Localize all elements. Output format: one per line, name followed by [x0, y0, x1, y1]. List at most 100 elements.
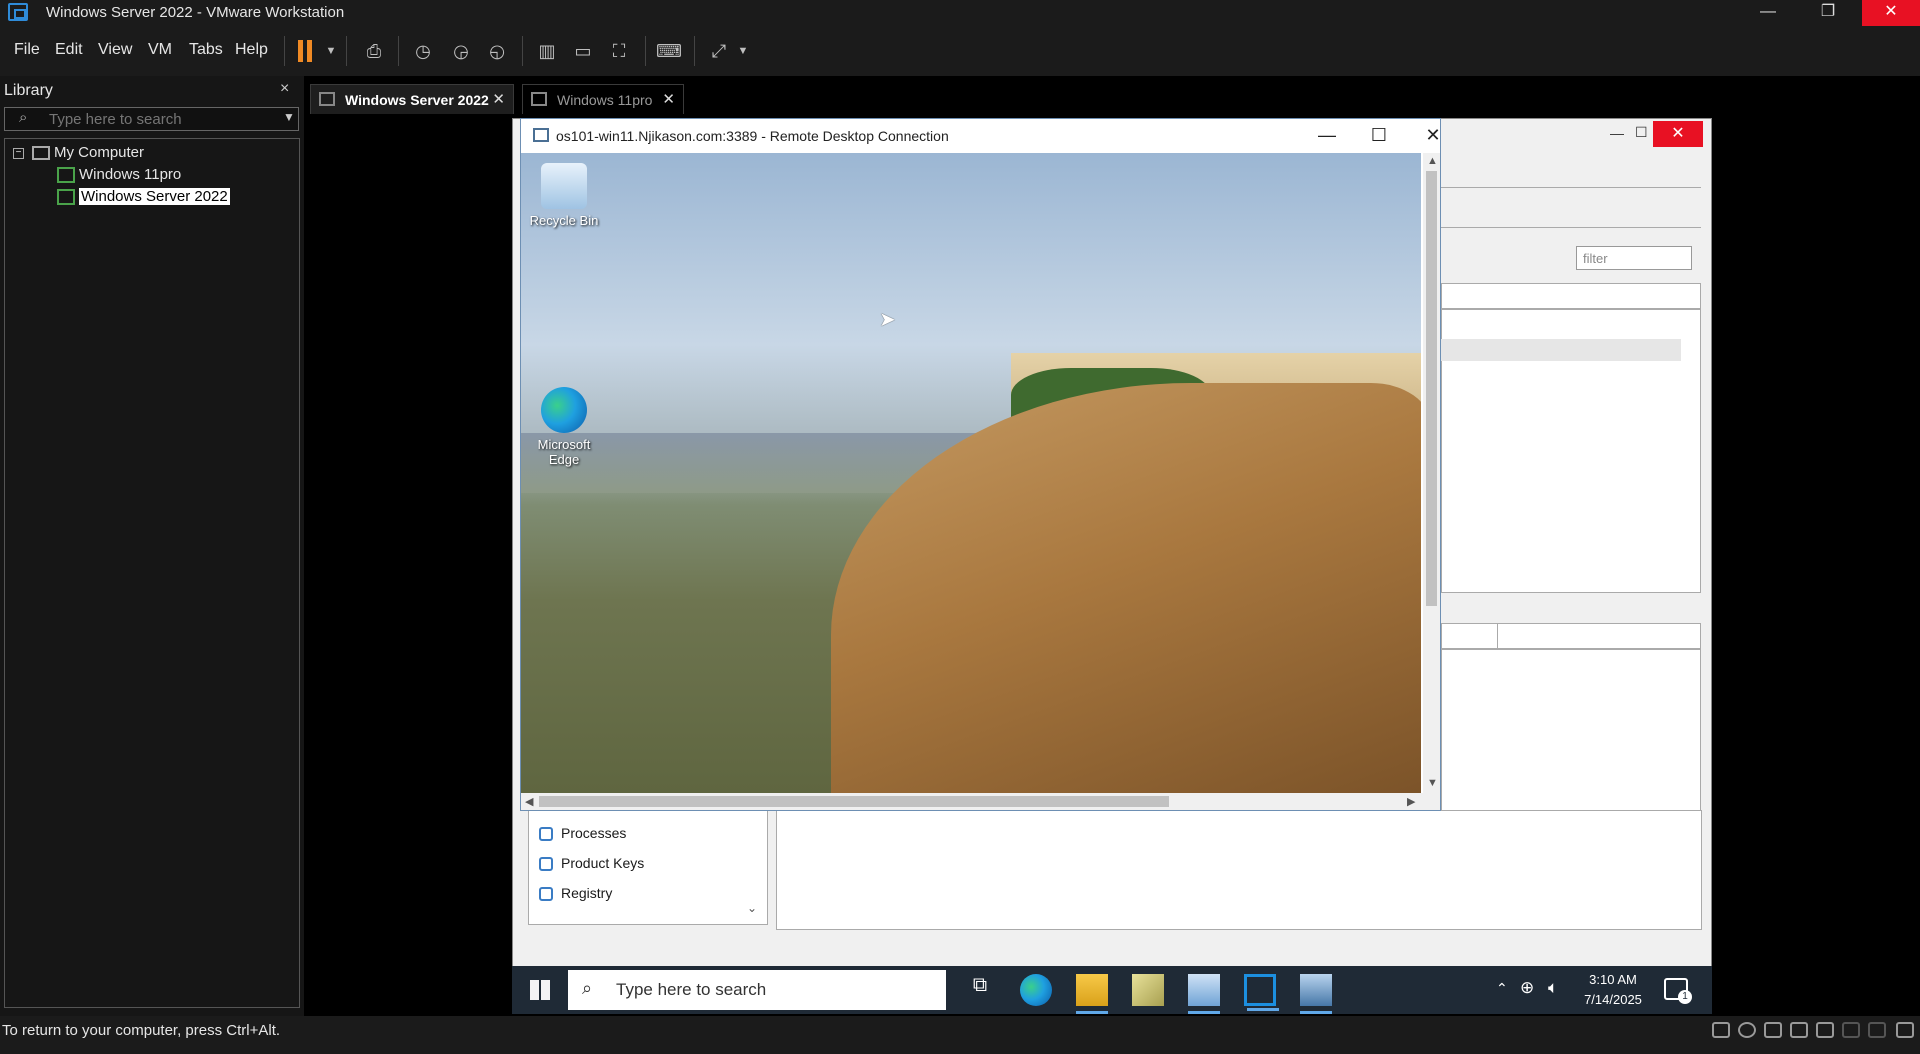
message-log-icon[interactable]	[1896, 1022, 1914, 1038]
scrollbar-thumb[interactable]	[1426, 171, 1437, 606]
vm-tab-icon	[531, 92, 547, 106]
network-adapter-icon[interactable]	[1764, 1022, 1782, 1038]
app-icon[interactable]	[1132, 974, 1164, 1006]
restore-button[interactable]: ❐	[1800, 0, 1856, 26]
send-ctrl-alt-del-icon[interactable]: ⎙	[361, 38, 387, 64]
task-view-icon[interactable]: ⧉	[964, 974, 996, 1006]
volume-icon[interactable]: 🔈︎	[1548, 978, 1558, 998]
desktop-icon-microsoft-edge[interactable]: Microsoft Edge	[529, 387, 599, 467]
vm-tab-icon	[319, 92, 335, 106]
snapshot-icon[interactable]: ◷	[410, 38, 436, 64]
remote-desktop-icon	[533, 128, 549, 142]
library-search-input[interactable]	[49, 110, 279, 128]
remote-desktop-icon[interactable]	[1244, 974, 1279, 1011]
edge-icon[interactable]	[1020, 974, 1052, 1006]
notification-badge: 1	[1678, 990, 1692, 1004]
close-button[interactable]: ✕	[1862, 0, 1920, 26]
nav-item-registry[interactable]: Registry	[539, 885, 612, 902]
wireless-icon[interactable]	[1868, 1022, 1886, 1038]
snapshot-manager-icon[interactable]: ◵	[484, 38, 510, 64]
clock-date: 7/14/2025	[1584, 992, 1642, 1007]
scroll-left-icon[interactable]: ◀	[525, 795, 533, 808]
tab-close-icon[interactable]: ✕	[492, 90, 505, 108]
computer-icon	[32, 146, 50, 161]
menu-bar: File Edit View VM Tabs Help ▼ ⎙ ◷ ◶ ◵ ▥ …	[0, 26, 1920, 76]
usb-icon[interactable]	[1790, 1022, 1808, 1038]
file-explorer-icon[interactable]	[1076, 974, 1108, 1014]
nav-item-label: Processes	[561, 825, 627, 841]
minimize-icon[interactable]: —	[1610, 125, 1624, 141]
scrollbar-thumb[interactable]	[539, 796, 1169, 807]
sound-icon[interactable]	[1816, 1022, 1834, 1038]
minimize-button[interactable]: —	[1740, 0, 1796, 26]
library-search-box[interactable]: ⌕ ▼	[4, 107, 299, 131]
hard-disk-icon[interactable]	[1712, 1022, 1730, 1038]
thumbnail-bar-icon[interactable]: ▭	[570, 38, 596, 64]
cd-rom-icon[interactable]	[1738, 1022, 1756, 1038]
menu-view[interactable]: View	[98, 41, 132, 59]
stretch-guest-icon[interactable]: ⤢	[706, 38, 732, 64]
nav-item-label: Product Keys	[561, 855, 645, 871]
chevron-down-icon[interactable]: ▼	[283, 110, 295, 124]
network-app-icon[interactable]	[1300, 974, 1332, 1014]
chevron-down-icon[interactable]: ▼	[730, 38, 756, 64]
tab-windows-11pro[interactable]: Windows 11pro ✕	[522, 84, 684, 114]
scroll-up-icon[interactable]: ▲	[1427, 155, 1438, 167]
toolbar-separator	[284, 36, 285, 66]
toolbar-separator	[398, 36, 399, 66]
rdp-horizontal-scrollbar[interactable]: ◀ ▶	[521, 793, 1440, 810]
camera-icon[interactable]	[1842, 1022, 1860, 1038]
tree-item-my-computer[interactable]: − My Computer	[13, 143, 144, 165]
divider	[1441, 187, 1701, 188]
processes-icon	[539, 827, 553, 842]
tree-item-windows-server-2022[interactable]: Windows Server 2022	[57, 187, 230, 209]
show-library-icon[interactable]: ▥	[534, 38, 560, 64]
desktop-icon-recycle-bin[interactable]: Recycle Bin	[529, 163, 599, 228]
taskbar-search-box[interactable]: ⌕ Type here to search	[568, 970, 946, 1010]
rdp-close-button[interactable]: ✕	[1415, 125, 1451, 147]
desktop-icon-label: Microsoft Edge	[537, 437, 591, 467]
tab-bar: Windows Server 2022 ✕ Windows 11pro ✕	[306, 76, 1920, 118]
tab-label: Windows 11pro	[557, 92, 653, 108]
tree-item-label: Windows 11pro	[79, 166, 182, 183]
network-icon[interactable]: ⊕	[1520, 978, 1534, 998]
collapse-icon[interactable]: −	[13, 147, 24, 159]
nav-item-processes[interactable]: Processes	[539, 825, 627, 842]
scroll-down-icon[interactable]: ▼	[1427, 777, 1438, 789]
grid-row-selected[interactable]	[1441, 339, 1681, 361]
server-manager-icon[interactable]	[1188, 974, 1220, 1014]
scroll-down-icon[interactable]: ⌄	[747, 901, 757, 915]
tab-close-icon[interactable]: ✕	[662, 90, 675, 108]
menu-edit[interactable]: Edit	[55, 41, 83, 59]
chevron-up-icon[interactable]: ⌃	[1496, 980, 1508, 997]
pause-icon[interactable]	[298, 40, 303, 62]
rdp-title: os101-win11.Njikason.com:3389 - Remote D…	[556, 128, 949, 144]
rdp-vertical-scrollbar[interactable]: ▲ ▼	[1423, 153, 1440, 793]
rdp-maximize-button[interactable]: ☐	[1361, 125, 1397, 147]
filter-input[interactable]: filter	[1576, 246, 1692, 270]
menu-tabs[interactable]: Tabs	[189, 41, 223, 59]
menu-vm[interactable]: VM	[148, 41, 172, 59]
vmware-app: Windows Server 2022 - VMware Workstation…	[0, 0, 1920, 1054]
edge-icon	[541, 387, 587, 433]
windows-start-icon[interactable]	[530, 980, 550, 1000]
toolbar-separator	[522, 36, 523, 66]
console-view-icon[interactable]: ⌨	[656, 38, 682, 64]
scroll-right-icon[interactable]: ▶	[1407, 795, 1415, 808]
full-screen-icon[interactable]: ⛶	[606, 38, 632, 64]
title-bar: Windows Server 2022 - VMware Workstation…	[0, 0, 1920, 26]
menu-file[interactable]: File	[14, 41, 40, 59]
library-close-icon[interactable]: ×	[280, 80, 289, 98]
menu-help[interactable]: Help	[235, 41, 268, 59]
tree-item-windows-11pro[interactable]: Windows 11pro	[57, 165, 181, 187]
remote-desktop[interactable]: Recycle Bin Microsoft Edge ➤	[521, 153, 1421, 793]
rdp-minimize-button[interactable]: —	[1309, 125, 1345, 147]
search-icon: ⌕	[19, 109, 28, 126]
maximize-icon[interactable]: ☐	[1635, 124, 1648, 141]
revert-snapshot-icon[interactable]: ◶	[448, 38, 474, 64]
nav-item-product-keys[interactable]: Product Keys	[539, 855, 645, 872]
taskbar-clock[interactable]: 3:10 AM 7/14/2025	[1578, 970, 1648, 1010]
close-icon[interactable]: ✕	[1653, 121, 1703, 147]
chevron-down-icon[interactable]: ▼	[318, 38, 344, 64]
tab-windows-server-2022[interactable]: Windows Server 2022 ✕	[310, 84, 514, 114]
